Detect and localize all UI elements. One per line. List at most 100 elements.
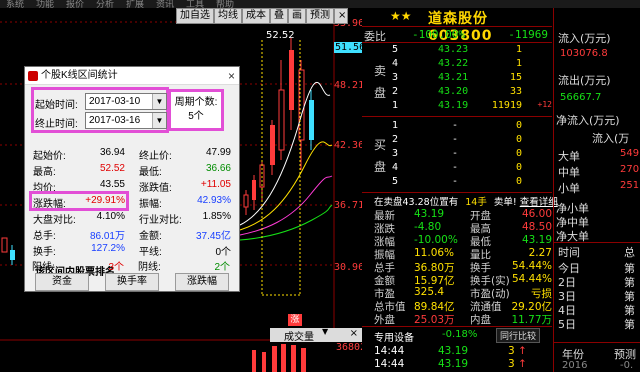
volume: 33 bbox=[509, 86, 522, 97]
app-icon bbox=[28, 71, 38, 81]
indicator-tab-bar[interactable]: 成交量 ▼ × bbox=[270, 327, 362, 343]
stat-amount: 金额: 37.45亿 bbox=[139, 227, 231, 242]
menu-item[interactable]: 资讯 bbox=[156, 0, 174, 10]
stat-market-compare: 大盘对比: 4.10% bbox=[33, 211, 125, 226]
cost-button[interactable]: 成本 bbox=[242, 8, 270, 24]
buy-level-3[interactable]: 3 - 0 bbox=[362, 148, 552, 162]
level: 1 bbox=[392, 120, 399, 131]
dropdown-icon[interactable]: ▼ bbox=[322, 327, 328, 336]
menu-item[interactable]: 报价 bbox=[66, 0, 84, 10]
sell-level-3[interactable]: 3 43.21 15 bbox=[362, 72, 552, 86]
tick-price: 43.19 bbox=[438, 358, 469, 370]
top-menu-bar[interactable]: 系统 功能 报价 分析 扩展 资讯 工具 帮助 bbox=[0, 0, 640, 10]
stat-value: 1.85% bbox=[202, 211, 231, 222]
divider bbox=[554, 342, 640, 343]
chevron-down-icon[interactable]: ▼ bbox=[152, 94, 166, 109]
period-5d[interactable]: 5日 bbox=[558, 316, 576, 332]
level: 4 bbox=[392, 58, 399, 69]
chart-toolbar[interactable]: 加自选 均线 成本 叠 画 预测 × bbox=[176, 8, 348, 24]
price: 43.19 bbox=[438, 100, 469, 111]
stat-value: +11.05 bbox=[200, 179, 231, 190]
year-value: 2016 bbox=[562, 360, 588, 371]
detail-row: 外盘 25.03万 内盘 11.77万 bbox=[374, 312, 552, 326]
outflow-value: 56667.7 bbox=[560, 92, 602, 103]
detail-value: 43.19 bbox=[414, 208, 445, 220]
volume: 0 bbox=[515, 176, 522, 187]
buy-level-2[interactable]: 2 - 0 bbox=[362, 134, 552, 148]
sell-level-5[interactable]: 5 43.23 1 bbox=[362, 44, 552, 58]
tick-time: 14:44 bbox=[374, 358, 405, 370]
big-order-notice[interactable]: 在卖盘43.28位置有 14手 卖单! 查看详细 bbox=[374, 194, 558, 208]
stat-value: 4.10% bbox=[96, 211, 125, 222]
sell-level-2[interactable]: 2 43.20 33 bbox=[362, 86, 552, 100]
stat-value: 36.66 bbox=[205, 163, 231, 174]
detail-row: 金额 15.97亿 换手(实) 54.44% bbox=[374, 273, 552, 287]
stat-value: 43.55 bbox=[99, 179, 125, 190]
volume-tab[interactable]: 成交量 bbox=[284, 328, 314, 343]
stat-key: 阴线: bbox=[138, 262, 161, 273]
price: - bbox=[452, 148, 459, 159]
dialog-close-button[interactable]: × bbox=[228, 67, 235, 85]
candle-up bbox=[1, 237, 8, 253]
rank-by-capital-button[interactable]: 资金 bbox=[35, 273, 89, 291]
stat-key: 阳线: bbox=[32, 262, 55, 273]
menu-item[interactable]: 系统 bbox=[6, 0, 24, 10]
stat-change-pct: 涨跌幅: +29.91% bbox=[33, 195, 125, 210]
sell-level-4[interactable]: 4 43.22 1 bbox=[362, 58, 552, 72]
stat-total-volume: 总手: 86.01万 bbox=[33, 227, 125, 242]
buy-level-5[interactable]: 5 - 0 bbox=[362, 176, 552, 190]
menu-item[interactable]: 分析 bbox=[96, 0, 114, 10]
outflow-label: 流出(万元) bbox=[558, 74, 611, 87]
end-date-row: 终止时间: 2017-03-16 ▼ bbox=[35, 112, 167, 130]
divider bbox=[362, 26, 552, 27]
close-icon[interactable]: × bbox=[350, 328, 358, 339]
up-arrow-icon: ↑ bbox=[518, 358, 527, 370]
period-count-value: 5个 bbox=[188, 111, 204, 122]
detail-value: 46.00 bbox=[521, 208, 552, 220]
medium-order-label: 中单 bbox=[558, 166, 580, 179]
price: 43.21 bbox=[438, 72, 469, 83]
rank-by-turnover-button[interactable]: 换手率 bbox=[105, 273, 159, 291]
stat-key: 最低: bbox=[139, 167, 162, 178]
menu-item[interactable]: 功能 bbox=[36, 0, 54, 10]
stat-turnover: 换手: 127.2% bbox=[33, 243, 125, 258]
stat-high: 最高: 52.52 bbox=[33, 163, 125, 178]
stat-key: 振幅: bbox=[139, 199, 162, 210]
forecast-button[interactable]: 预测 bbox=[306, 8, 334, 24]
add-watchlist-button[interactable]: 加自选 bbox=[176, 8, 214, 24]
buy-level-1[interactable]: 1 - 0 bbox=[362, 120, 552, 134]
ma-button[interactable]: 均线 bbox=[214, 8, 242, 24]
stat-flat-count: 平线: 0个 bbox=[139, 243, 231, 258]
stat-key: 涨跌值: bbox=[139, 183, 172, 194]
start-date-select[interactable]: 2017-03-10 ▼ bbox=[85, 93, 167, 110]
volume-bars bbox=[252, 344, 306, 372]
draw-button[interactable]: 画 bbox=[288, 8, 306, 24]
high-price-marker: 52.52 bbox=[266, 30, 295, 41]
toolbar-close-button[interactable]: × bbox=[334, 8, 348, 24]
detail-value: 25.03万 bbox=[414, 314, 455, 326]
detail-value: -10.00% bbox=[414, 234, 458, 246]
rank-by-change-button[interactable]: 涨跌幅 bbox=[175, 273, 229, 291]
time-col-header: 时间 bbox=[558, 246, 580, 259]
industry-compare-button[interactable]: 同行比较 bbox=[496, 328, 541, 343]
industry-name: 专用设备 bbox=[374, 333, 414, 344]
candles-right bbox=[243, 38, 314, 215]
detail-value: -4.80 bbox=[414, 221, 442, 233]
stat-yin-count-row: 阴线: 2个 bbox=[138, 258, 230, 273]
dialog-title-bar[interactable]: 个股K线区间统计 × bbox=[25, 67, 239, 85]
buy-level-4[interactable]: 4 - 0 bbox=[362, 162, 552, 176]
overlay-button[interactable]: 叠 bbox=[270, 8, 288, 24]
detail-value: 48.50 bbox=[521, 221, 552, 233]
detail-row: 振幅 11.06% 量比 2.27 bbox=[374, 247, 552, 261]
stat-change-value: 涨跌值: +11.05 bbox=[139, 179, 231, 194]
end-date-select[interactable]: 2017-03-16 ▼ bbox=[85, 112, 167, 129]
large-order-value: 549 bbox=[620, 148, 640, 159]
level: 4 bbox=[392, 162, 399, 173]
sell-level-1[interactable]: 1 43.19 11919 +12 bbox=[362, 100, 552, 114]
chevron-down-icon[interactable]: ▼ bbox=[152, 113, 166, 128]
star-icon[interactable]: ★★ bbox=[390, 9, 412, 23]
stat-value: 47.99 bbox=[205, 147, 231, 158]
stat-industry-compare: 行业对比: 1.85% bbox=[139, 211, 231, 226]
price: - bbox=[452, 162, 459, 173]
menu-item[interactable]: 扩展 bbox=[126, 0, 144, 10]
